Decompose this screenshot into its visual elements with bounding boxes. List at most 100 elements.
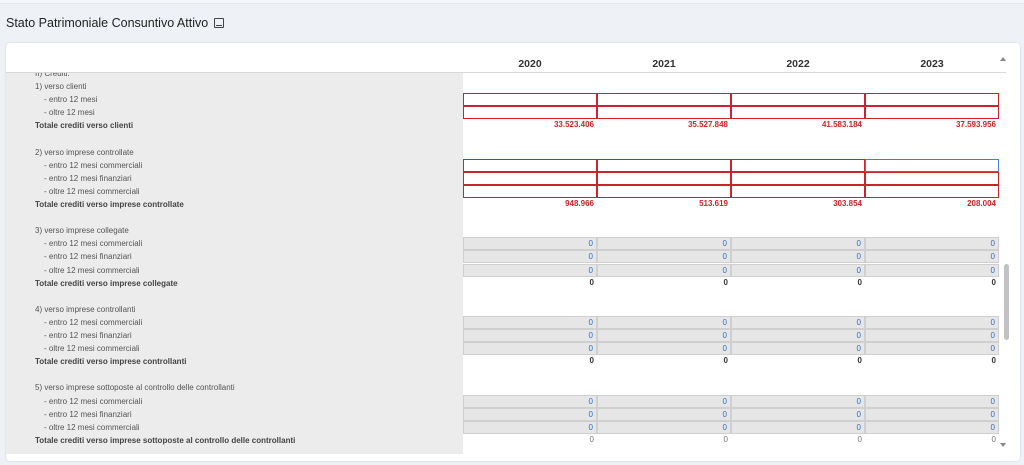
row-label: Totale crediti verso imprese sottoposte … xyxy=(35,435,296,445)
table-row xyxy=(6,290,1006,303)
year-header-2022: 2022 xyxy=(786,58,810,70)
scroll-up-arrow-icon[interactable] xyxy=(1000,57,1006,61)
input-cell-2022[interactable] xyxy=(731,106,865,120)
table-row: 2) verso imprese controllate xyxy=(6,146,1006,159)
table-row: 5) verso imprese sottoposte al controllo… xyxy=(6,381,1006,394)
table-row: 4) verso imprese controllanti xyxy=(6,303,1006,316)
table-row: 1) verso clienti xyxy=(6,80,1006,93)
input-cell-2022[interactable]: 0 xyxy=(731,263,865,277)
row-label: Totale crediti verso clienti xyxy=(35,121,134,131)
table-row xyxy=(6,368,1006,381)
input-cell-2023[interactable]: 0 xyxy=(865,407,999,421)
table-row: - entro 12 mesi finanziari 0 0 0 0 xyxy=(6,250,1006,264)
total-cell-2022: 0 xyxy=(857,434,862,444)
input-cell-2020[interactable] xyxy=(463,171,597,185)
input-cell-2023[interactable] xyxy=(865,171,999,185)
input-cell-2020[interactable] xyxy=(463,184,597,198)
row-label: - entro 12 mesi commerciali xyxy=(44,160,143,170)
input-cell-2021[interactable]: 0 xyxy=(597,394,731,408)
table-row: Totale crediti verso imprese controllant… xyxy=(6,355,1006,368)
row-label: - entro 12 mesi commerciali xyxy=(44,396,143,406)
input-cell-2022[interactable]: 0 xyxy=(731,329,865,342)
input-cell-2020[interactable]: 0 xyxy=(463,329,597,342)
total-cell-2020: 0 xyxy=(589,356,594,366)
input-cell-2023[interactable] xyxy=(865,93,999,107)
input-cell-2021[interactable] xyxy=(597,158,731,172)
input-cell-2021[interactable] xyxy=(597,106,731,120)
input-cell-2023[interactable]: 0 xyxy=(865,420,999,434)
input-cell-2021[interactable]: 0 xyxy=(597,329,731,342)
total-cell-2023: 0 xyxy=(991,356,996,366)
input-cell-2020[interactable] xyxy=(463,93,597,107)
input-cell-2021[interactable]: 0 xyxy=(597,420,731,434)
input-cell-2021[interactable]: 0 xyxy=(597,342,731,356)
page-title: Stato Patrimoniale Consuntivo Attivo xyxy=(6,16,209,30)
input-cell-2023[interactable] xyxy=(865,184,999,198)
input-cell-2020[interactable]: 0 xyxy=(463,250,597,264)
input-cell-2022[interactable]: 0 xyxy=(731,420,865,434)
input-cell-2022[interactable] xyxy=(731,93,865,107)
table-row: - entro 12 mesi commerciali 0 0 0 0 xyxy=(6,315,1006,329)
input-cell-2020[interactable]: 0 xyxy=(463,315,597,329)
input-cell-2022[interactable]: 0 xyxy=(731,394,865,408)
book-icon[interactable] xyxy=(214,18,225,28)
table-row: II) Crediti: xyxy=(6,73,1006,80)
input-cell-2020[interactable]: 0 xyxy=(463,394,597,408)
input-cell-2020[interactable]: 0 xyxy=(463,420,597,434)
input-cell-2022[interactable] xyxy=(731,171,865,185)
input-cell-2022[interactable]: 0 xyxy=(731,407,865,421)
balance-sheet-card: 2020 2021 2022 2023 II) Crediti: 1) verso… xyxy=(6,43,1020,461)
input-cell-2022[interactable]: 0 xyxy=(731,250,865,264)
input-cell-2023[interactable]: 0 xyxy=(865,315,999,329)
row-label: 3) verso imprese collegate xyxy=(35,226,129,236)
row-label: 2) verso imprese controllate xyxy=(35,147,134,157)
input-cell-2021[interactable]: 0 xyxy=(597,407,731,421)
input-cell-2020[interactable]: 0 xyxy=(463,263,597,277)
year-header-2023: 2023 xyxy=(920,58,944,70)
vertical-scrollbar[interactable] xyxy=(1004,264,1009,340)
total-cell-2021: 0 xyxy=(723,434,728,444)
input-cell-2021[interactable]: 0 xyxy=(597,250,731,264)
input-cell-2020[interactable]: 0 xyxy=(463,237,597,251)
input-cell-2020[interactable]: 0 xyxy=(463,342,597,356)
input-cell-2021[interactable] xyxy=(597,93,731,107)
input-cell-2023[interactable]: 0 xyxy=(865,329,999,342)
input-cell-2021[interactable]: 0 xyxy=(597,263,731,277)
table-body: II) Crediti: 1) verso clienti - entro 12 m… xyxy=(6,73,1006,461)
input-cell-2023[interactable]: 0 xyxy=(865,342,999,356)
total-cell-2022: 41.583.184 xyxy=(821,120,862,130)
input-cell-2021[interactable] xyxy=(597,171,731,185)
input-cell-2022[interactable]: 0 xyxy=(731,315,865,329)
input-cell-2020[interactable]: 0 xyxy=(463,407,597,421)
input-cell-2022[interactable]: 0 xyxy=(731,342,865,356)
row-label: 4) verso imprese controllanti xyxy=(35,304,136,314)
input-cell-2020[interactable] xyxy=(463,106,597,120)
table-row xyxy=(6,211,1006,224)
row-label: II) Crediti: xyxy=(35,73,70,78)
input-cell-2023[interactable]: 0 xyxy=(865,263,999,277)
table-row: - entro 12 mesi finanziari 0 0 0 0 xyxy=(6,407,1006,421)
row-label: - oltre 12 mesi commerciali xyxy=(44,265,140,275)
input-cell-2022[interactable] xyxy=(731,184,865,198)
input-cell-2021[interactable]: 0 xyxy=(597,315,731,329)
scroll-down-arrow-icon[interactable] xyxy=(1000,443,1006,447)
input-cell-2022[interactable] xyxy=(731,158,865,172)
table-row: - oltre 12 mesi commerciali 0 0 0 0 xyxy=(6,420,1006,434)
total-cell-2021: 0 xyxy=(723,356,728,366)
input-cell-2020[interactable] xyxy=(463,158,597,172)
input-cell-2022[interactable]: 0 xyxy=(731,237,865,251)
input-cell-2023[interactable]: 0 xyxy=(865,250,999,264)
row-label: - entro 12 mesi commerciali xyxy=(44,239,143,249)
table-row: - entro 12 mesi commerciali 0 0 0 0 xyxy=(6,237,1006,251)
table-row: Totale crediti verso imprese sottoposte … xyxy=(6,434,1006,447)
input-cell-2021[interactable]: 0 xyxy=(597,237,731,251)
input-cell-2023[interactable]: 0 xyxy=(865,237,999,251)
input-cell-2023[interactable]: 0 xyxy=(865,394,999,408)
input-cell-2023[interactable] xyxy=(865,106,999,120)
total-cell-2021: 513.619 xyxy=(699,199,728,208)
input-cell-2021[interactable] xyxy=(597,184,731,198)
input-cell-2023[interactable] xyxy=(865,158,999,173)
row-label: - oltre 12 mesi commerciali xyxy=(44,344,140,354)
table-row: Totale crediti verso imprese collegate 0 0… xyxy=(6,277,1006,290)
year-header: 2020 2021 2022 2023 xyxy=(6,43,1006,73)
